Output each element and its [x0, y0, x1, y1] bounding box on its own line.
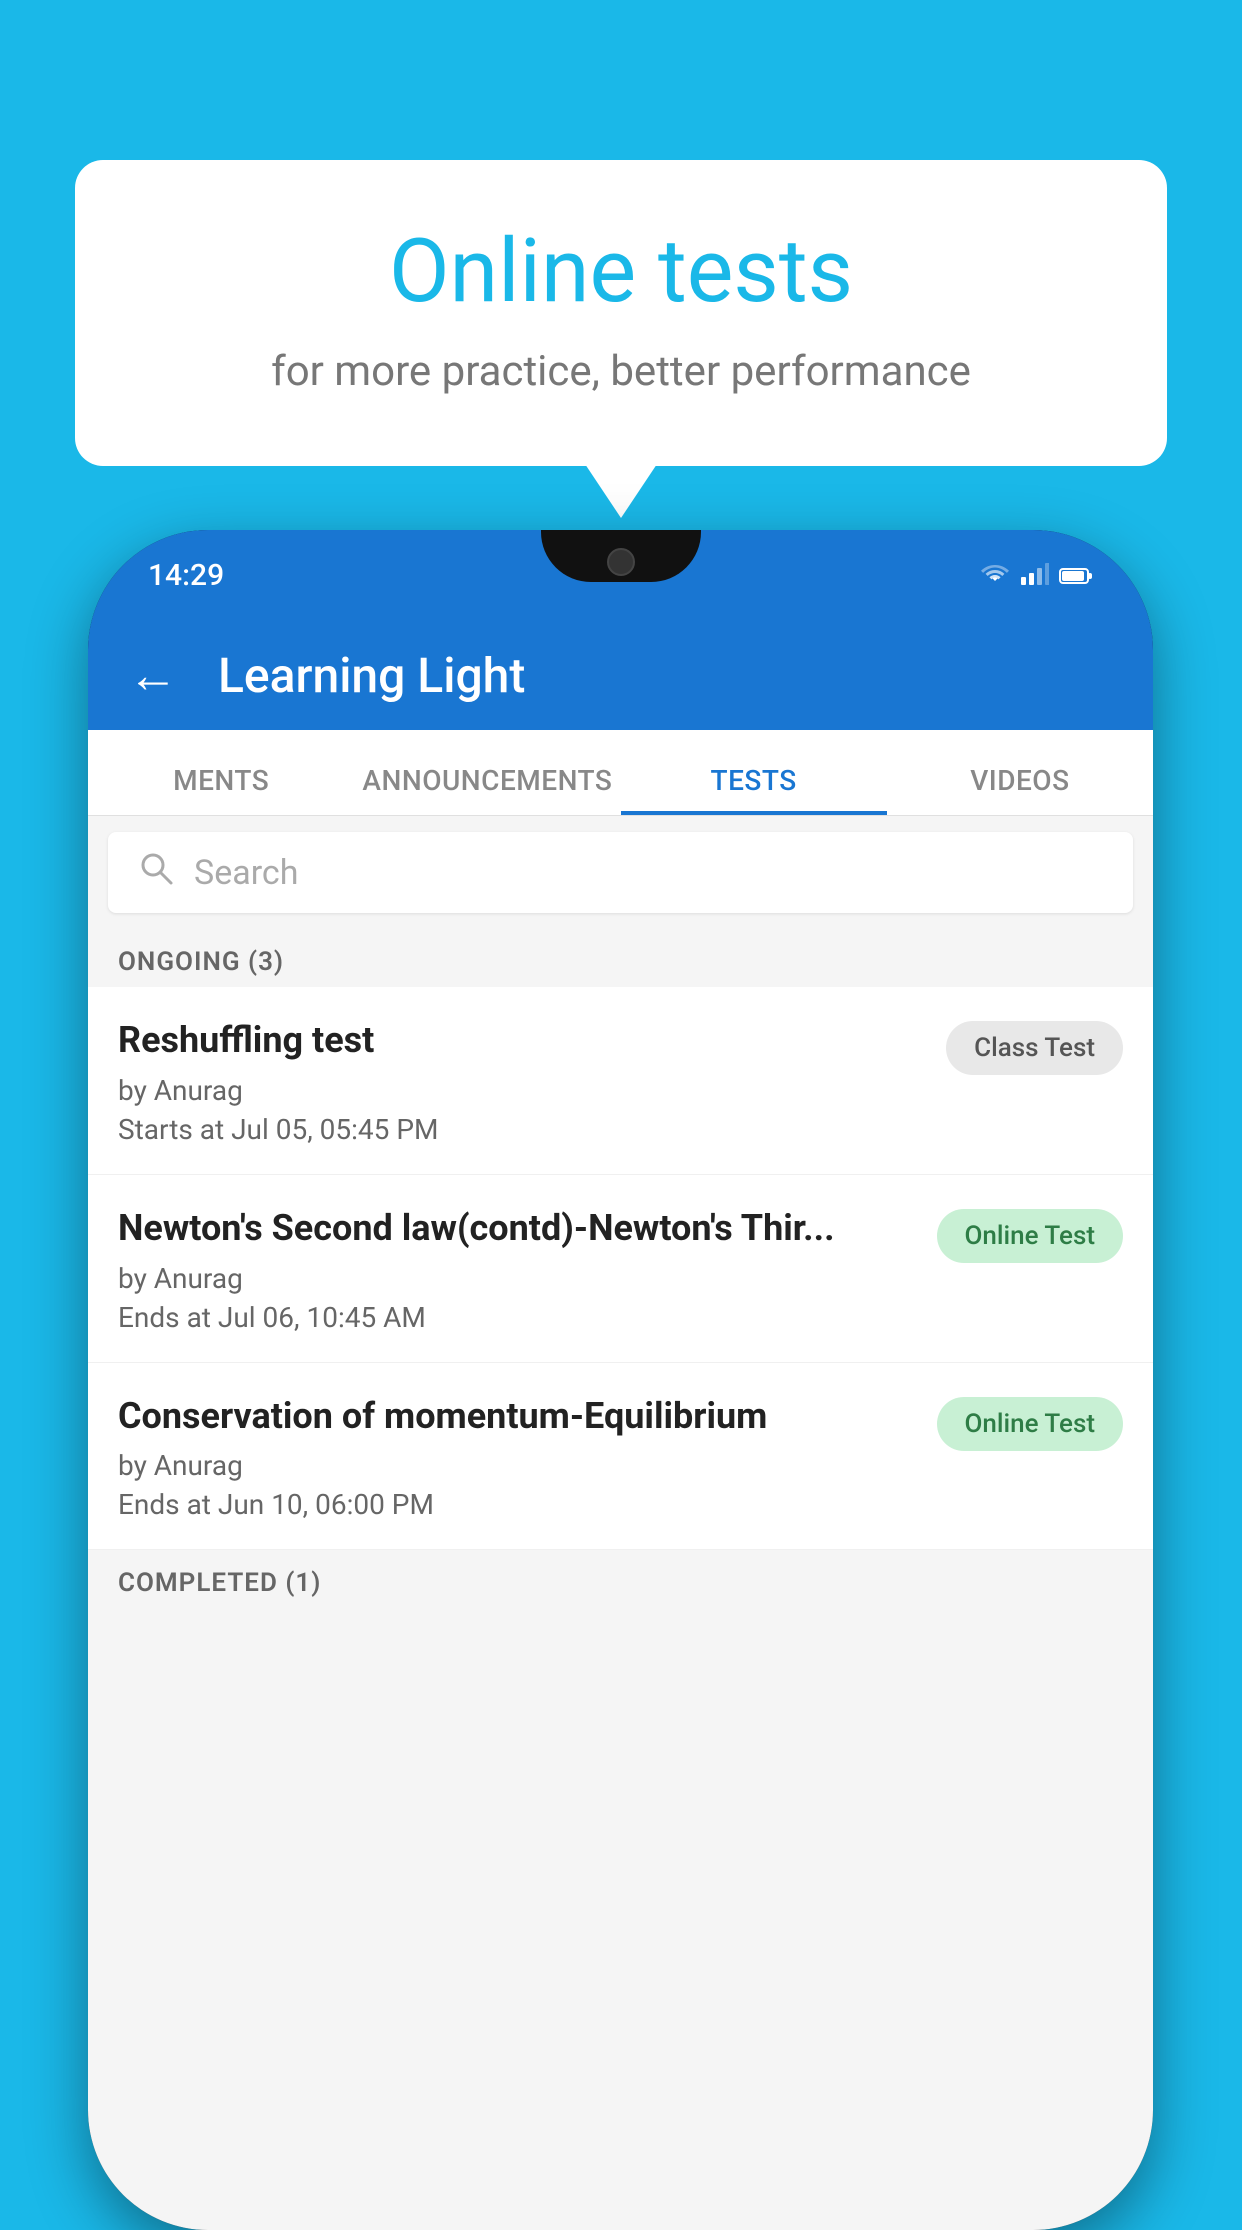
search-bar[interactable]: Search — [108, 832, 1133, 913]
back-button[interactable]: ← — [128, 646, 178, 705]
notch — [541, 530, 701, 582]
status-icons — [979, 559, 1093, 592]
tabs-bar: MENTS ANNOUNCEMENTS TESTS VIDEOS — [88, 730, 1153, 816]
phone-frame: 14:29 — [88, 530, 1153, 2230]
speech-bubble: Online tests for more practice, better p… — [75, 160, 1167, 466]
wifi-icon — [979, 559, 1011, 592]
bubble-title: Online tests — [155, 220, 1087, 323]
test-item[interactable]: Conservation of momentum-Equilibrium by … — [88, 1363, 1153, 1551]
tab-videos[interactable]: VIDEOS — [887, 764, 1153, 815]
camera — [607, 548, 635, 576]
background: Online tests for more practice, better p… — [0, 0, 1242, 2208]
test-info: Conservation of momentum-Equilibrium by … — [118, 1393, 917, 1522]
app-title: Learning Light — [218, 647, 525, 704]
tab-ments[interactable]: MENTS — [88, 764, 354, 815]
test-by: by Anurag — [118, 1262, 917, 1295]
battery-icon — [1059, 559, 1093, 592]
app-header: ← Learning Light — [88, 620, 1153, 730]
test-title: Reshuffling test — [118, 1017, 926, 1064]
bubble-subtitle: for more practice, better performance — [155, 347, 1087, 396]
test-title: Newton's Second law(contd)-Newton's Thir… — [118, 1205, 917, 1252]
test-title: Conservation of momentum-Equilibrium — [118, 1393, 917, 1440]
test-by: by Anurag — [118, 1074, 926, 1107]
search-icon — [138, 850, 174, 895]
test-info: Newton's Second law(contd)-Newton's Thir… — [118, 1205, 917, 1334]
tab-announcements[interactable]: ANNOUNCEMENTS — [354, 764, 620, 815]
tab-tests[interactable]: TESTS — [621, 764, 887, 815]
status-time: 14:29 — [148, 558, 224, 593]
test-badge: Online Test — [937, 1397, 1124, 1451]
ongoing-section-label: ONGOING (3) — [88, 929, 1153, 987]
search-placeholder: Search — [194, 853, 298, 893]
test-list: Reshuffling test by Anurag Starts at Jul… — [88, 987, 1153, 1550]
test-badge: Class Test — [946, 1021, 1123, 1075]
test-date: Ends at Jul 06, 10:45 AM — [118, 1301, 917, 1334]
signal-icon — [1021, 559, 1049, 592]
test-item[interactable]: Newton's Second law(contd)-Newton's Thir… — [88, 1175, 1153, 1363]
test-date: Starts at Jul 05, 05:45 PM — [118, 1113, 926, 1146]
test-item[interactable]: Reshuffling test by Anurag Starts at Jul… — [88, 987, 1153, 1175]
test-info: Reshuffling test by Anurag Starts at Jul… — [118, 1017, 926, 1146]
status-bar: 14:29 — [88, 530, 1153, 620]
completed-section-label: COMPLETED (1) — [88, 1550, 1153, 1608]
content-area: Search ONGOING (3) Reshuffling test by A… — [88, 816, 1153, 2230]
test-by: by Anurag — [118, 1449, 917, 1482]
test-date: Ends at Jun 10, 06:00 PM — [118, 1488, 917, 1521]
test-badge: Online Test — [937, 1209, 1124, 1263]
